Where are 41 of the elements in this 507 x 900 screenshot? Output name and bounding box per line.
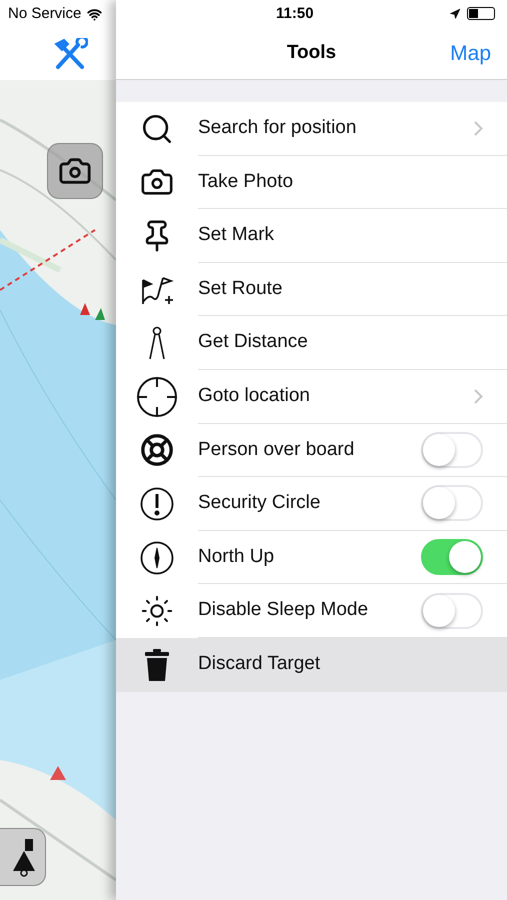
tool-row[interactable]: Set Route — [116, 262, 507, 316]
tool-row[interactable]: Goto location — [116, 370, 507, 424]
row-label: Search for position — [198, 116, 358, 140]
crosshair-icon — [136, 376, 178, 418]
buoy-button[interactable] — [0, 828, 46, 886]
trash-icon — [144, 648, 170, 682]
tool-row[interactable]: Take Photo — [116, 156, 507, 210]
tool-row[interactable]: Security Circle — [116, 477, 507, 531]
row-label: Discard Target — [198, 652, 322, 676]
row-label: Set Mark — [198, 223, 276, 248]
tool-row[interactable]: Get Distance — [116, 316, 507, 370]
sun-icon — [140, 594, 174, 628]
row-label: Take Photo — [198, 170, 294, 194]
row-label: North Up — [198, 544, 276, 569]
row-label: Get Distance — [198, 330, 309, 354]
tool-row[interactable]: Person over board — [116, 424, 507, 478]
row-label: Person over board — [198, 438, 356, 462]
tool-row[interactable]: North Up — [116, 530, 507, 584]
wifi-icon — [87, 6, 102, 22]
row-label: Disable Sleep Mode — [198, 598, 370, 622]
chevron-icon — [474, 388, 483, 404]
location-arrow-icon — [449, 8, 461, 20]
camera-button[interactable] — [47, 143, 103, 199]
carrier-text: No Service — [8, 4, 82, 24]
row-label: Goto location — [198, 384, 311, 408]
tool-row[interactable]: Search for position — [116, 102, 507, 156]
nav-title: Tools — [286, 41, 336, 66]
battery-icon — [467, 7, 495, 20]
chevron-icon — [474, 120, 483, 136]
exclamation-circle-icon — [140, 486, 174, 521]
compass-needle-icon — [140, 540, 174, 575]
tool-row[interactable]: Disable Sleep Mode — [116, 584, 507, 638]
toggle-switch[interactable] — [421, 539, 483, 576]
tool-row[interactable]: Set Mark — [116, 209, 507, 263]
map-button[interactable]: Map — [450, 38, 491, 70]
tool-row[interactable]: Discard Target — [116, 638, 507, 692]
row-label: Security Circle — [198, 491, 322, 516]
life-buoy-icon — [140, 433, 174, 468]
row-label: Set Route — [198, 276, 284, 301]
clock-text: 11:50 — [276, 4, 314, 24]
tools-icon[interactable] — [52, 38, 88, 70]
